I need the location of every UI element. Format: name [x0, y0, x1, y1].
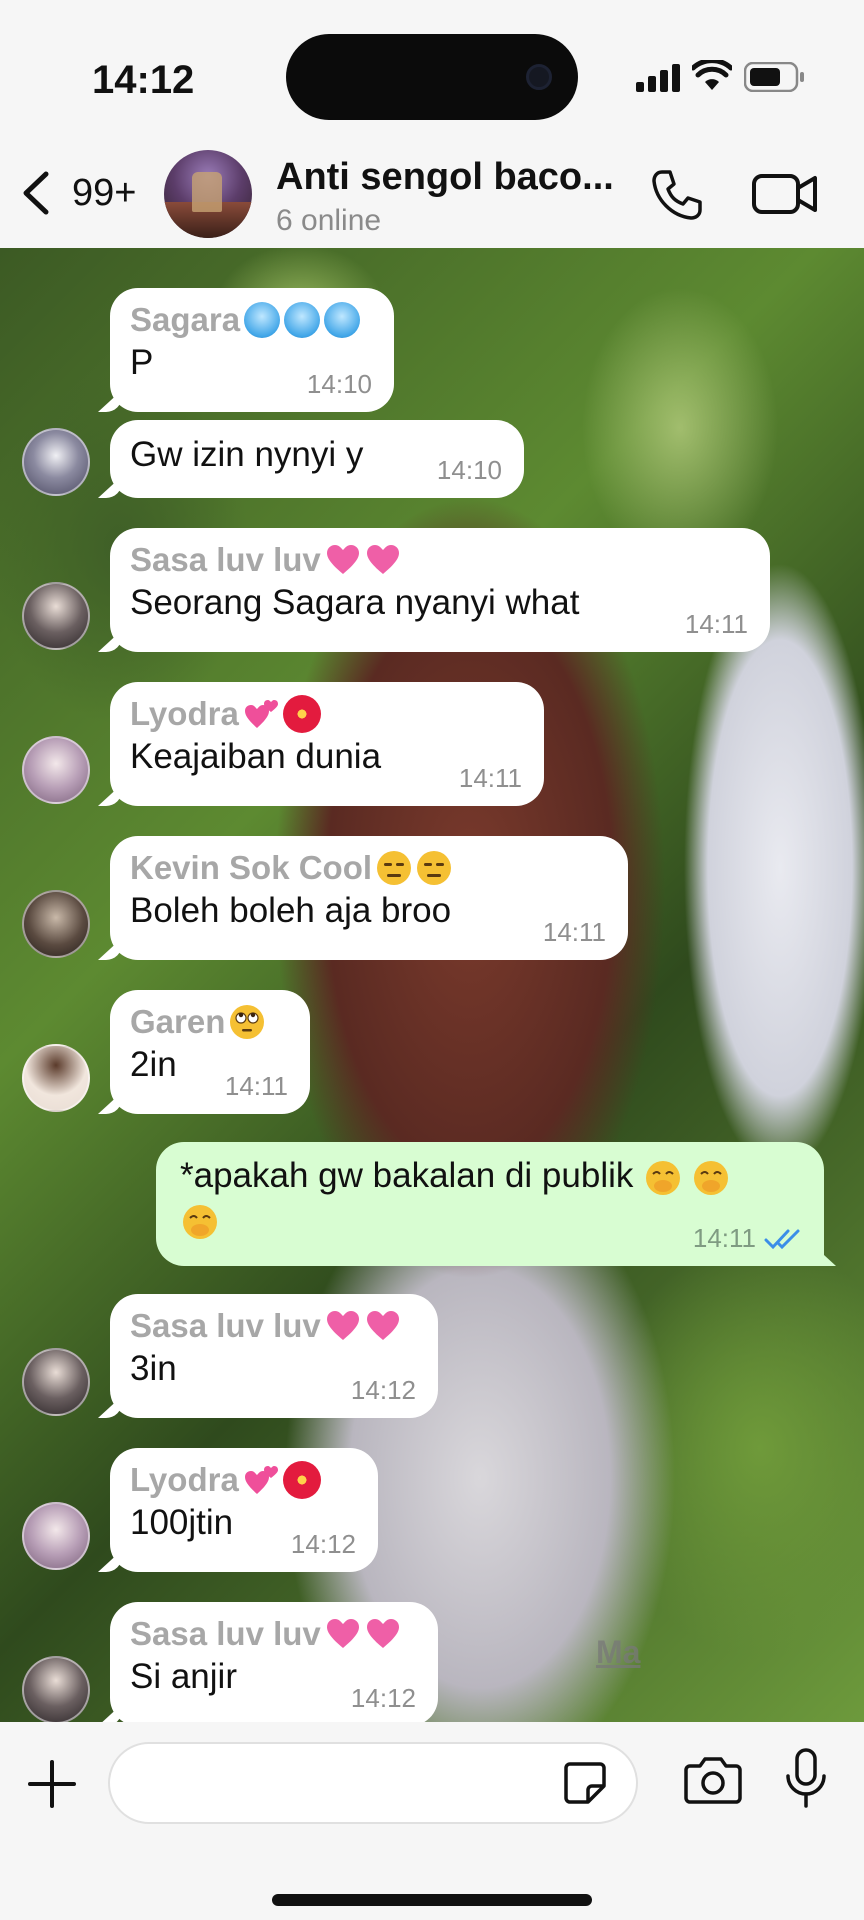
message-bubble[interactable]: Kevin Sok Cool Boleh boleh aja broo 14:1…	[110, 836, 628, 960]
sender-name: Sasa luv luv	[130, 1614, 418, 1654]
video-camera-icon[interactable]	[752, 170, 818, 218]
message-bubble[interactable]: Sasa luv luv Si anjir 14:12	[110, 1602, 438, 1722]
hand-over-mouth-face-icon	[693, 1160, 728, 1195]
watermark-text: Ma	[596, 1634, 641, 1670]
front-camera-icon	[526, 64, 552, 90]
sender-label: Lyodra	[130, 1461, 239, 1498]
message-time: 14:11	[692, 1223, 756, 1253]
message-time: 14:10	[436, 455, 502, 485]
message-time: 14:12	[350, 1683, 416, 1713]
cold-face-icon	[324, 302, 361, 338]
message-time: 14:11	[224, 1071, 288, 1101]
message-bubble[interactable]: Sasa luv luv 3in 14:12	[110, 1294, 438, 1418]
heart-icon	[326, 1619, 359, 1648]
composer-bar	[0, 1722, 864, 1920]
message-bubble[interactable]: Sagara P 14:10	[110, 288, 394, 412]
two-hearts-icon	[244, 1466, 278, 1494]
avatar[interactable]	[22, 428, 90, 496]
battery-icon	[744, 62, 804, 92]
message-time: 14:11	[458, 763, 522, 793]
message-time: 14:12	[350, 1375, 416, 1405]
group-name[interactable]: Anti sengol baco...	[276, 156, 636, 199]
sender-name: Lyodra	[130, 694, 524, 734]
sender-name: Sasa luv luv	[130, 540, 750, 580]
message-time: 14:10	[306, 369, 372, 399]
sticker-icon[interactable]	[562, 1760, 608, 1806]
unread-count[interactable]: 99+	[72, 172, 136, 215]
plus-icon[interactable]	[24, 1756, 80, 1812]
status-bar: 14:12	[0, 0, 864, 150]
message-time: 14:12	[290, 1529, 356, 1559]
camera-icon[interactable]	[684, 1754, 742, 1804]
message-time: 14:11	[684, 609, 748, 639]
sender-name: Lyodra	[130, 1460, 358, 1500]
avatar[interactable]	[22, 1044, 90, 1112]
heart-icon	[366, 1619, 399, 1648]
sender-label: Kevin Sok Cool	[130, 849, 373, 886]
hibiscus-icon	[282, 1461, 321, 1499]
double-check-icon	[764, 1229, 800, 1249]
message-text-content: *apakah gw bakalan di publik	[180, 1156, 634, 1195]
chat-header: 99+ Anti sengol baco... 6 online	[0, 150, 864, 248]
clock: 14:12	[92, 58, 195, 102]
heart-icon	[366, 1311, 399, 1340]
avatar[interactable]	[22, 736, 90, 804]
sender-name: Garen	[130, 1002, 290, 1042]
message-bubble[interactable]: Garen 2in 14:11	[110, 990, 310, 1114]
avatar[interactable]	[22, 1348, 90, 1416]
sender-name: Sasa luv luv	[130, 1306, 418, 1346]
microphone-icon[interactable]	[784, 1748, 828, 1810]
outgoing-message-bubble[interactable]: *apakah gw bakalan di publik 14:11	[156, 1142, 824, 1266]
message-input[interactable]	[108, 1742, 638, 1824]
message-text: Seorang Sagara nyanyi what	[130, 583, 580, 622]
two-hearts-icon	[244, 700, 278, 728]
message-meta: 14:11	[693, 1223, 802, 1254]
home-indicator[interactable]	[272, 1894, 592, 1906]
message-text: Boleh boleh aja broo	[130, 891, 452, 930]
back-chevron-icon[interactable]	[18, 168, 54, 218]
message-bubble[interactable]: Lyodra 100jtin 14:12	[110, 1448, 378, 1572]
message-bubble[interactable]: Gw izin nynyi y 14:10	[110, 420, 524, 498]
message-bubble[interactable]: Sasa luv luv Seorang Sagara nyanyi what …	[110, 528, 770, 652]
online-count: 6 online	[276, 204, 382, 237]
heart-icon	[326, 1311, 359, 1340]
sender-label: Sasa luv luv	[130, 1307, 321, 1344]
sender-label: Garen	[130, 1003, 226, 1040]
hibiscus-icon	[282, 695, 321, 733]
expressionless-face-icon	[417, 851, 452, 885]
hand-over-mouth-face-icon	[183, 1204, 217, 1239]
avatar[interactable]	[22, 1502, 90, 1570]
sender-name: Kevin Sok Cool	[130, 848, 608, 888]
chat-area[interactable]: Sagara P 14:10 Gw izin nynyi y 14:10 Sas…	[0, 248, 864, 1722]
expressionless-face-icon	[377, 851, 412, 885]
sender-name: Sagara	[130, 300, 374, 340]
sender-label: Sasa luv luv	[130, 1615, 321, 1652]
heart-icon	[366, 545, 399, 574]
sender-label: Sasa luv luv	[130, 541, 321, 578]
sender-label: Sagara	[130, 301, 241, 338]
hand-over-mouth-face-icon	[646, 1160, 681, 1195]
avatar[interactable]	[22, 1656, 90, 1722]
wifi-icon	[692, 60, 732, 90]
cold-face-icon	[284, 302, 321, 338]
cold-face-icon	[244, 302, 281, 338]
phone-icon[interactable]	[650, 168, 704, 222]
signal-icon	[636, 64, 680, 92]
dynamic-island	[286, 34, 578, 120]
message-bubble[interactable]: Lyodra Keajaiban dunia 14:11	[110, 682, 544, 806]
group-avatar[interactable]	[164, 150, 252, 238]
eye-roll-face-icon	[230, 1005, 265, 1039]
message-time: 14:11	[542, 917, 606, 947]
sender-label: Lyodra	[130, 695, 239, 732]
heart-icon	[326, 545, 359, 574]
avatar[interactable]	[22, 890, 90, 958]
avatar[interactable]	[22, 582, 90, 650]
